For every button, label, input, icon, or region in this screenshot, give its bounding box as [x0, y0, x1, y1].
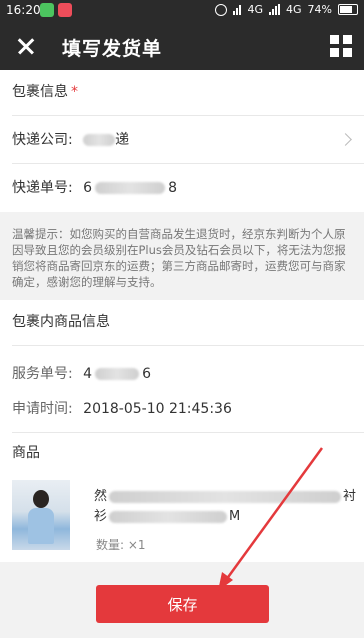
tracking-label: 快递单号:	[12, 180, 73, 196]
tracking-number-row[interactable]: 快递单号: 68	[12, 166, 364, 211]
status-indicators: 4G 4G 74%	[215, 3, 358, 16]
status-bar: 16:20 4G 4G 74%	[0, 0, 364, 22]
notice-text: 温馨提示：如您购买的自营商品发生退货时，经京东判断为个人原因导致且您的会员级别在…	[0, 212, 364, 300]
package-info-section: 包裹信息 * 快递公司: 递 快递单号: 68	[0, 70, 364, 212]
wifi-signal-icon	[233, 4, 242, 15]
product-image[interactable]	[12, 480, 70, 550]
status-time: 16:20	[6, 3, 41, 17]
package-info-heading: 包裹信息	[12, 84, 68, 100]
alarm-icon	[215, 3, 228, 16]
package-contents-heading-row: 包裹内商品信息	[12, 300, 364, 346]
page-title: 填写发货单	[62, 38, 163, 60]
product-name-line-1[interactable]: 然衬	[94, 485, 356, 504]
notification-app-icon	[40, 3, 54, 17]
network-type-2: 4G	[286, 3, 302, 16]
network-type-1: 4G	[247, 3, 264, 16]
courier-value: 递	[83, 132, 129, 148]
apply-time-row: 申请时间: 2018-05-10 21:45:36	[12, 387, 364, 433]
apply-time-value: 2018-05-10 21:45:36	[83, 401, 232, 417]
cell-signal-icon	[269, 4, 281, 15]
package-info-heading-row: 包裹信息 *	[12, 70, 364, 116]
apply-time-label: 申请时间:	[12, 401, 73, 417]
service-number-value: 46	[83, 366, 152, 382]
goods-heading: 商品	[12, 445, 40, 461]
goods-heading-row: 商品	[12, 431, 364, 476]
title-bar: 填写发货单	[0, 22, 364, 70]
required-mark: *	[71, 84, 78, 100]
battery-icon	[338, 4, 358, 15]
courier-company-row[interactable]: 快递公司: 递	[12, 118, 364, 164]
notification-app-icon-2	[58, 3, 72, 17]
chevron-right-icon	[339, 133, 352, 146]
tracking-number-field[interactable]: 68	[83, 180, 177, 196]
close-icon[interactable]	[10, 30, 42, 62]
battery-percent: 74%	[307, 3, 332, 16]
service-label: 服务单号:	[12, 366, 73, 382]
package-contents-heading: 包裹内商品信息	[12, 314, 110, 330]
product-name-line-2[interactable]: 衫M	[94, 505, 240, 524]
courier-label: 快递公司:	[12, 132, 73, 148]
save-button[interactable]: 保存	[96, 585, 269, 623]
product-quantity: 数量: ×1	[96, 538, 146, 552]
grid-menu-icon[interactable]	[330, 35, 352, 57]
